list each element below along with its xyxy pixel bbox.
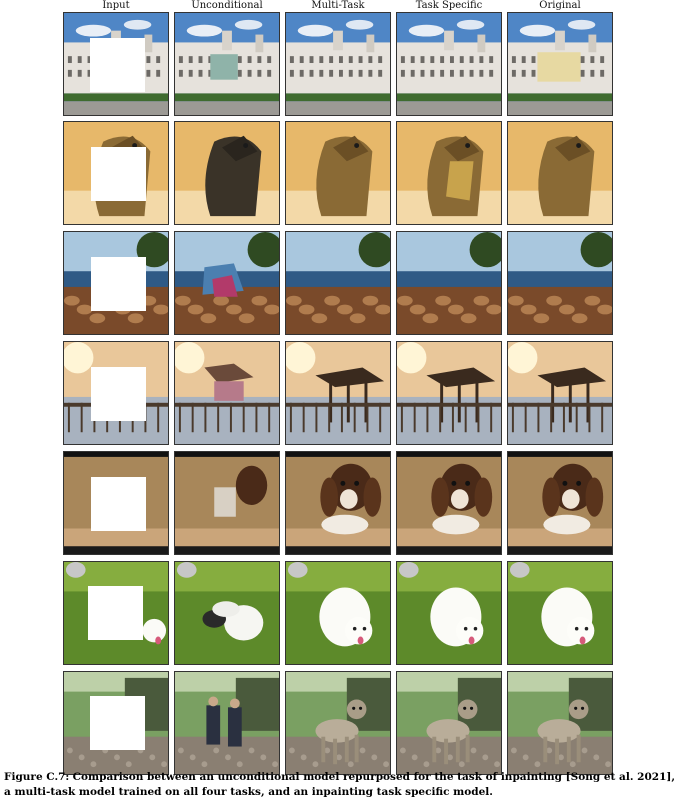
image-white-dog-grass-input (63, 561, 169, 665)
image-pier-sunset-task-specific (396, 341, 502, 445)
image-white-dog-grass-multi-task (285, 561, 391, 665)
image-iguana-multi-task (285, 121, 391, 225)
figure-caption: Figure C.7: Comparison between an uncond… (4, 770, 680, 800)
image-spaniel-multi-task (285, 451, 391, 555)
image-white-dog-grass-task-specific (396, 561, 502, 665)
image-spaniel-unconditional (174, 451, 280, 555)
image-palace-multi-task (285, 12, 391, 116)
column-header-unconditional: Unconditional (191, 0, 263, 11)
image-terrier-trail-original (507, 671, 613, 775)
image-iguana-input (63, 121, 169, 225)
column-header-input: Input (102, 0, 130, 11)
caption-text: Comparison between an unconditional mode… (4, 771, 676, 798)
inpainting-mask (90, 696, 145, 750)
inpainting-mask (91, 257, 146, 311)
image-palace-input (63, 12, 169, 116)
image-pier-sunset-unconditional (174, 341, 280, 445)
image-pier-sunset-multi-task (285, 341, 391, 445)
image-terrier-trail-unconditional (174, 671, 280, 775)
column-header-original: Original (539, 0, 581, 11)
caption-label: Figure C.7: (4, 771, 70, 783)
image-lakeshore-rocks-original (507, 231, 613, 335)
image-spaniel-input (63, 451, 169, 555)
inpainting-mask (90, 38, 145, 92)
image-palace-unconditional (174, 12, 280, 116)
image-iguana-task-specific (396, 121, 502, 225)
image-iguana-original (507, 121, 613, 225)
image-palace-original (507, 12, 613, 116)
image-terrier-trail-input (63, 671, 169, 775)
image-terrier-trail-task-specific (396, 671, 502, 775)
image-palace-task-specific (396, 12, 502, 116)
image-lakeshore-rocks-unconditional (174, 231, 280, 335)
image-lakeshore-rocks-input (63, 231, 169, 335)
column-header-task-specific: Task Specific (415, 0, 483, 11)
image-lakeshore-rocks-task-specific (396, 231, 502, 335)
image-spaniel-task-specific (396, 451, 502, 555)
inpainting-mask (91, 147, 146, 201)
image-lakeshore-rocks-multi-task (285, 231, 391, 335)
image-white-dog-grass-unconditional (174, 561, 280, 665)
inpainting-mask (91, 477, 146, 531)
inpainting-mask (91, 367, 146, 421)
image-white-dog-grass-original (507, 561, 613, 665)
image-iguana-unconditional (174, 121, 280, 225)
inpainting-mask (88, 586, 143, 640)
image-pier-sunset-original (507, 341, 613, 445)
image-pier-sunset-input (63, 341, 169, 445)
image-terrier-trail-multi-task (285, 671, 391, 775)
image-spaniel-original (507, 451, 613, 555)
column-header-multi-task: Multi-Task (311, 0, 365, 11)
